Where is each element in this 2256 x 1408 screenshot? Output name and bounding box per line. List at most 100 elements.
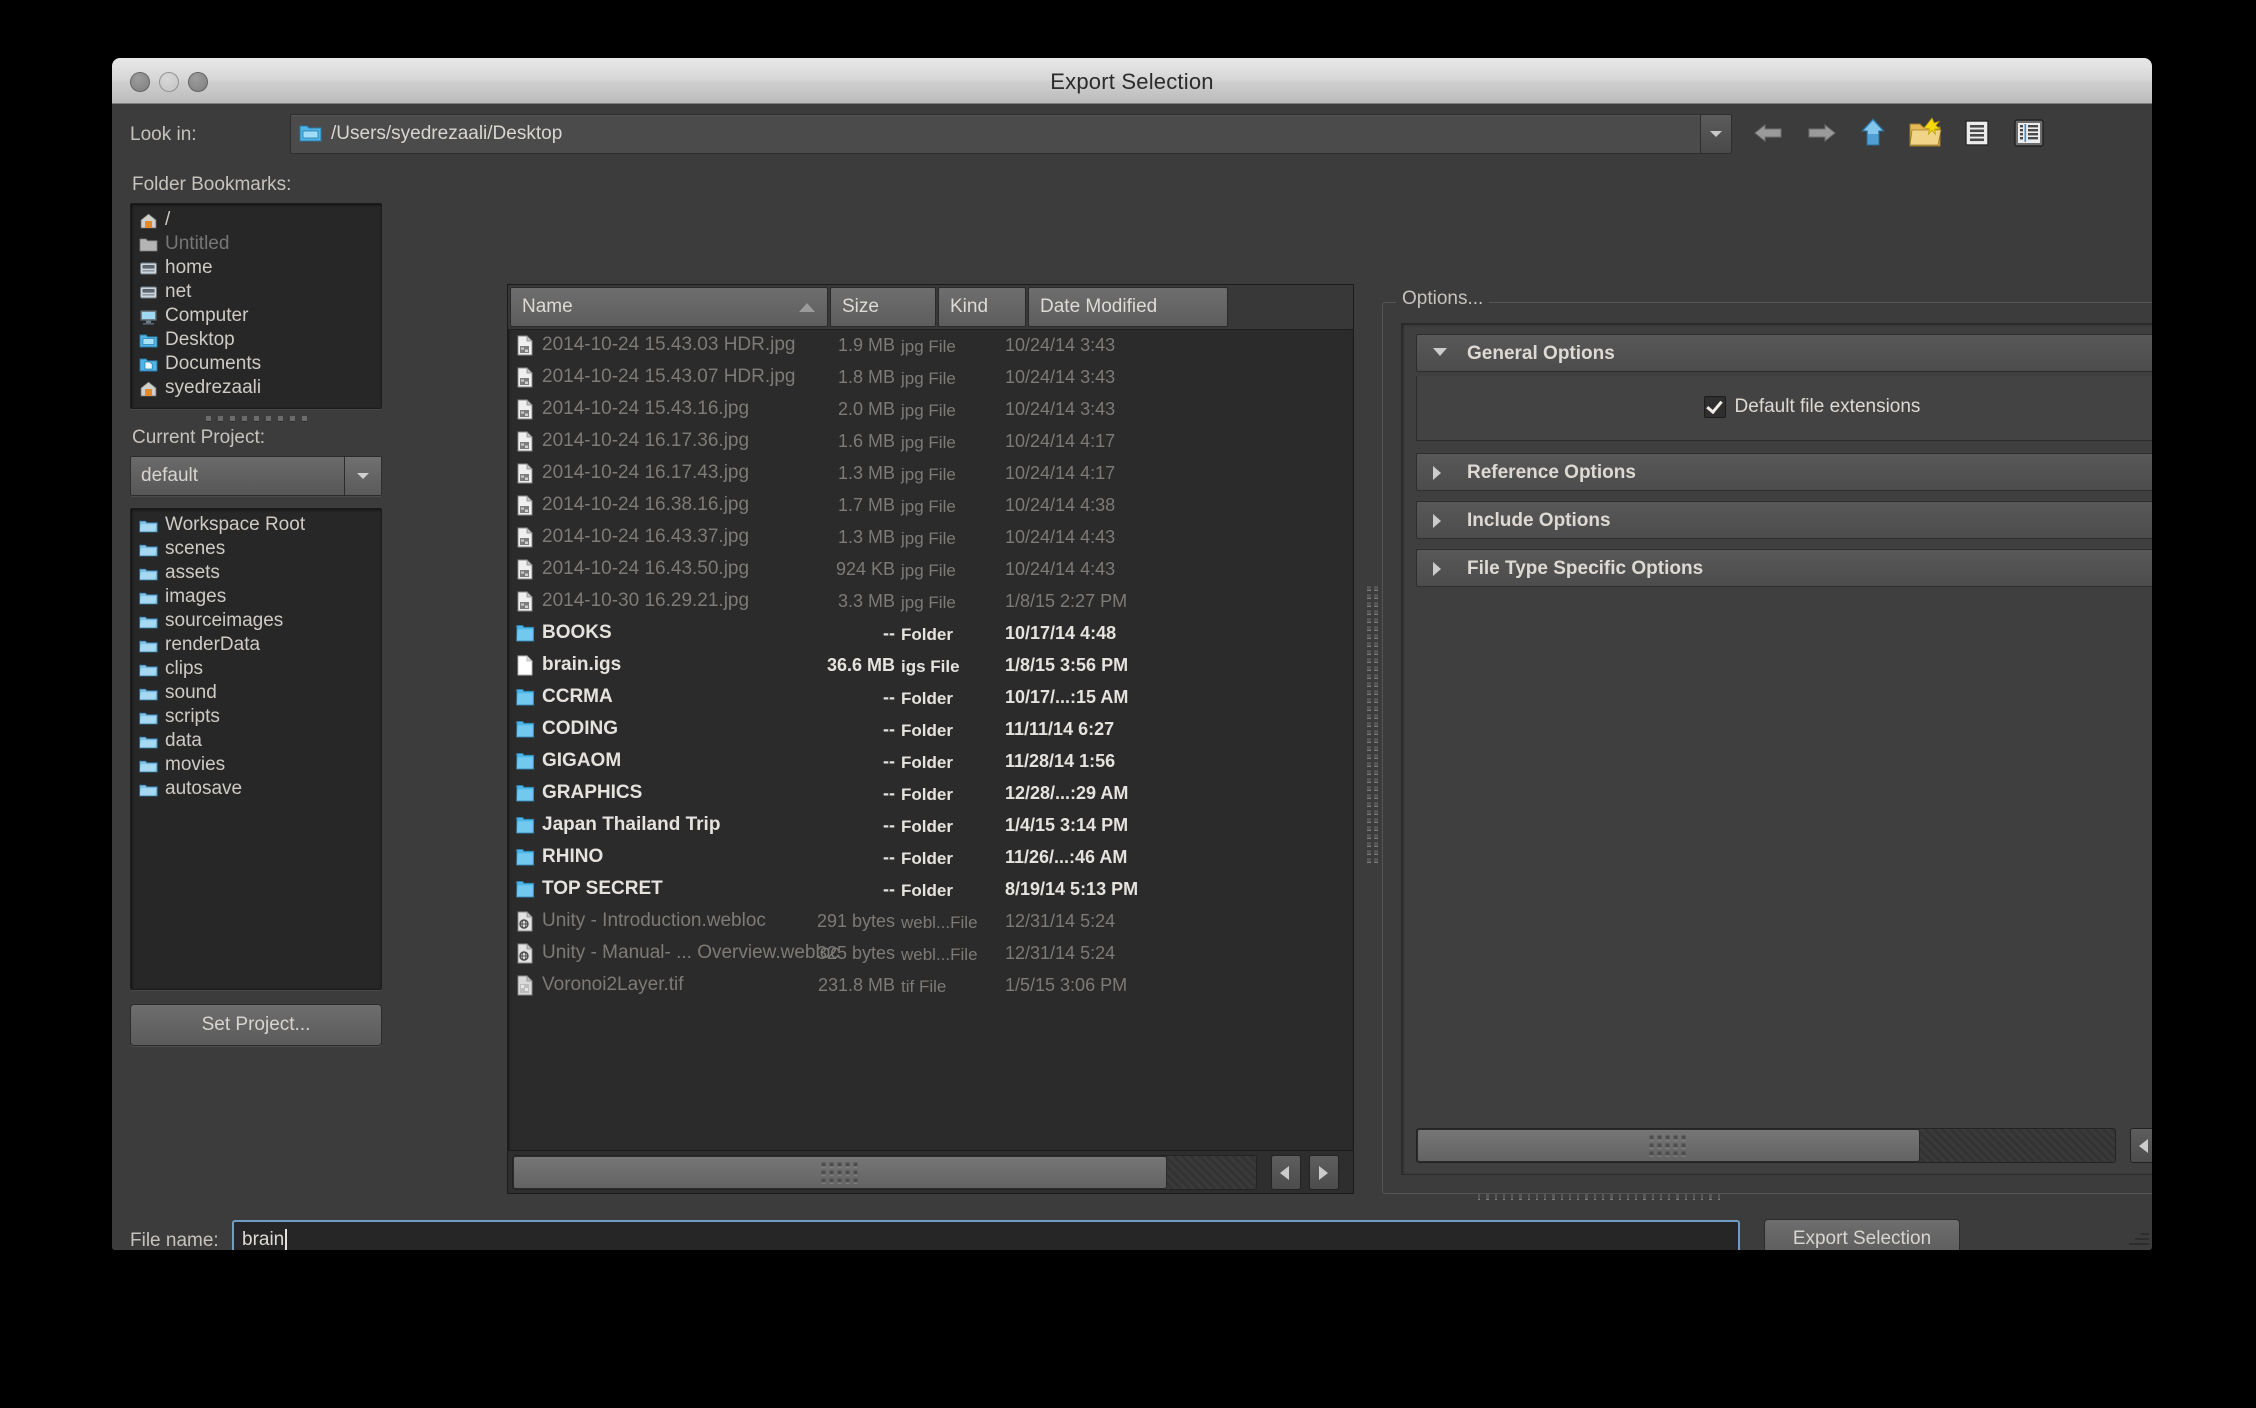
current-project-select[interactable]: default <box>130 456 382 496</box>
project-folder-item[interactable]: sound <box>131 681 381 705</box>
file-list-row[interactable]: BOOKS -- Folder 10/17/14 4:48 <box>508 618 1353 650</box>
bookmark-item[interactable]: syedrezaali <box>131 376 381 400</box>
file-list-row[interactable]: 2014-10-24 15.43.16.jpg 2.0 MB jpg File 10/… <box>508 394 1353 426</box>
set-project-button[interactable]: Set Project... <box>130 1004 382 1046</box>
file-date-cell: 10/17/14 4:48 <box>1005 623 1117 643</box>
file-list-row[interactable]: RHINO -- Folder 11/26/...:46 AM <box>508 842 1353 874</box>
column-header-size[interactable]: Size <box>830 287 936 327</box>
project-folder-item[interactable]: scripts <box>131 705 381 729</box>
file-list-row[interactable]: Voronoi2Layer.tif 231.8 MB tif File 1/5/15 … <box>508 970 1353 1002</box>
section-header-general-options[interactable]: General Options <box>1416 334 2152 372</box>
file-list-scroll-right-button[interactable] <box>1309 1155 1339 1190</box>
bookmark-item[interactable]: Untitled <box>131 232 381 256</box>
project-dropdown-button[interactable] <box>344 457 381 495</box>
file-list-hscrollbar[interactable] <box>508 1150 1353 1193</box>
project-folder-item[interactable]: scenes <box>131 537 381 561</box>
project-folder-item[interactable]: Workspace Root <box>131 513 381 537</box>
project-folder-item[interactable]: assets <box>131 561 381 585</box>
file-list-row[interactable]: brain.igs 36.6 MB igs File 1/8/15 3:56 PM <box>508 650 1353 682</box>
file-date-cell: 11/11/14 6:27 <box>1005 719 1115 739</box>
triangle-open-icon <box>1433 348 1447 356</box>
project-folder-item[interactable]: autosave <box>131 777 381 801</box>
default-file-extensions-checkbox[interactable] <box>1703 396 1726 418</box>
default-file-extensions-row[interactable]: Default file extensions <box>1417 396 2152 418</box>
project-folder-item[interactable]: images <box>131 585 381 609</box>
section-header-file-type-specific-options[interactable]: File Type Specific Options <box>1416 549 2152 587</box>
file-list-row[interactable]: TOP SECRET -- Folder 8/19/14 5:13 PM <box>508 874 1353 906</box>
file-list-row[interactable]: Unity - Manual- ... Overview.webloc 325 b… <box>508 938 1353 970</box>
bookmark-item[interactable]: / <box>131 208 381 232</box>
options-bottom-divider <box>1478 1194 1720 1208</box>
file-list-row[interactable]: Japan Thailand Trip -- Folder 1/4/15 3:14 P… <box>508 810 1353 842</box>
panel-splitter-handle[interactable] <box>1365 574 1379 874</box>
file-list-row[interactable]: 2014-10-24 15.43.03 HDR.jpg 1.9 MB jpg Fil… <box>508 330 1353 362</box>
file-list-hscroll-thumb[interactable] <box>513 1156 1167 1189</box>
file-list-row[interactable]: CODING -- Folder 11/11/14 6:27 <box>508 714 1353 746</box>
file-list-row[interactable]: 2014-10-24 16.17.43.jpg 1.3 MB jpg File 10/… <box>508 458 1353 490</box>
chevron-down-icon <box>357 473 369 479</box>
file-date-cell: 10/17/...:15 AM <box>1005 687 1129 707</box>
file-list-row[interactable]: Unity - Introduction.webloc 291 bytes webl… <box>508 906 1353 938</box>
blue-folder-icon <box>516 719 535 740</box>
options-hscroll-thumb[interactable] <box>1417 1129 1920 1162</box>
file-kind-cell: Folder <box>901 625 953 644</box>
blue-folder-icon <box>516 879 535 900</box>
section-header-include-options[interactable]: Include Options <box>1416 501 2152 539</box>
file-list-row[interactable]: 2014-10-24 16.17.36.jpg 1.6 MB jpg File 10/… <box>508 426 1353 458</box>
export-selection-button[interactable]: Export Selection <box>1764 1219 1960 1250</box>
file-name-text: TOP SECRET <box>542 878 663 899</box>
options-scroll-left-button[interactable] <box>2130 1128 2152 1163</box>
column-header-date[interactable]: Date Modified <box>1028 287 1228 327</box>
file-list-row[interactable]: 2014-10-30 16.29.21.jpg 3.3 MB jpg File 1/8… <box>508 586 1353 618</box>
column-header-name[interactable]: Name <box>510 287 828 327</box>
file-list-row[interactable]: 2014-10-24 16.43.37.jpg 1.3 MB jpg File 10/… <box>508 522 1353 554</box>
file-list-scroll-left-button[interactable] <box>1271 1155 1301 1190</box>
project-folder-item[interactable]: renderData <box>131 633 381 657</box>
forward-button[interactable] <box>1802 114 1840 152</box>
file-list-row[interactable]: GIGAOM -- Folder 11/28/14 1:56 <box>508 746 1353 778</box>
options-hscroll-track[interactable] <box>1416 1128 2116 1163</box>
bookmark-label: syedrezaali <box>165 377 262 398</box>
file-list-row[interactable]: 2014-10-24 16.38.16.jpg 1.7 MB jpg File 10/… <box>508 490 1353 522</box>
folder-bookmarks-list[interactable]: / Untitled home net Computer Desktop Documents… <box>130 203 382 409</box>
generic-file-icon <box>516 654 534 676</box>
bookmark-item[interactable]: home <box>131 256 381 280</box>
section-header-reference-options[interactable]: Reference Options <box>1416 453 2152 491</box>
new-folder-button[interactable] <box>1906 114 1944 152</box>
bookmark-item[interactable]: Documents <box>131 352 381 376</box>
project-folders-list[interactable]: Workspace Root scenes assets images sourceim… <box>130 508 382 990</box>
file-list-rows[interactable]: 2014-10-24 15.43.03 HDR.jpg 1.9 MB jpg Fil… <box>508 330 1353 1149</box>
up-one-level-button[interactable] <box>1854 114 1892 152</box>
detail-view-button[interactable] <box>2010 114 2048 152</box>
jpg-file-icon <box>516 430 534 452</box>
project-folder-item[interactable]: movies <box>131 753 381 777</box>
file-kind-cell: jpg File <box>901 337 956 356</box>
project-folder-item[interactable]: clips <box>131 657 381 681</box>
jpg-file-icon <box>516 558 534 580</box>
options-hscrollbar[interactable] <box>1412 1124 2152 1166</box>
bookmark-item[interactable]: net <box>131 280 381 304</box>
file-kind-cell: jpg File <box>901 593 956 612</box>
file-name-input[interactable]: brain <box>232 1220 1740 1250</box>
file-list-row[interactable]: GRAPHICS -- Folder 12/28/...:29 AM <box>508 778 1353 810</box>
back-button[interactable] <box>1750 114 1788 152</box>
resize-grip[interactable] <box>2127 1225 2149 1247</box>
file-list-row[interactable]: CCRMA -- Folder 10/17/...:15 AM <box>508 682 1353 714</box>
computer-icon <box>139 308 158 325</box>
file-list-hscroll-track[interactable] <box>512 1155 1257 1190</box>
file-list-row[interactable]: 2014-10-24 15.43.07 HDR.jpg 1.8 MB jpg Fil… <box>508 362 1353 394</box>
list-view-button[interactable] <box>1958 114 1996 152</box>
file-name-text: 2014-10-24 15.43.16.jpg <box>542 398 750 419</box>
project-folder-item[interactable]: sourceimages <box>131 609 381 633</box>
new-folder-icon <box>1909 117 1942 147</box>
bookmark-item[interactable]: Desktop <box>131 328 381 352</box>
bookmark-label: home <box>165 257 213 278</box>
look-in-path-field[interactable]: /Users/syedrezaali/Desktop <box>290 114 1702 154</box>
look-in-dropdown-button[interactable] <box>1700 114 1732 154</box>
bookmark-item[interactable]: Computer <box>131 304 381 328</box>
column-header-kind[interactable]: Kind <box>938 287 1026 327</box>
project-folder-item[interactable]: data <box>131 729 381 753</box>
file-size-cell: -- <box>883 751 895 771</box>
file-list-row[interactable]: 2014-10-24 16.43.50.jpg 924 KB jpg File 10/… <box>508 554 1353 586</box>
title-bar[interactable]: Export Selection <box>112 58 2152 104</box>
